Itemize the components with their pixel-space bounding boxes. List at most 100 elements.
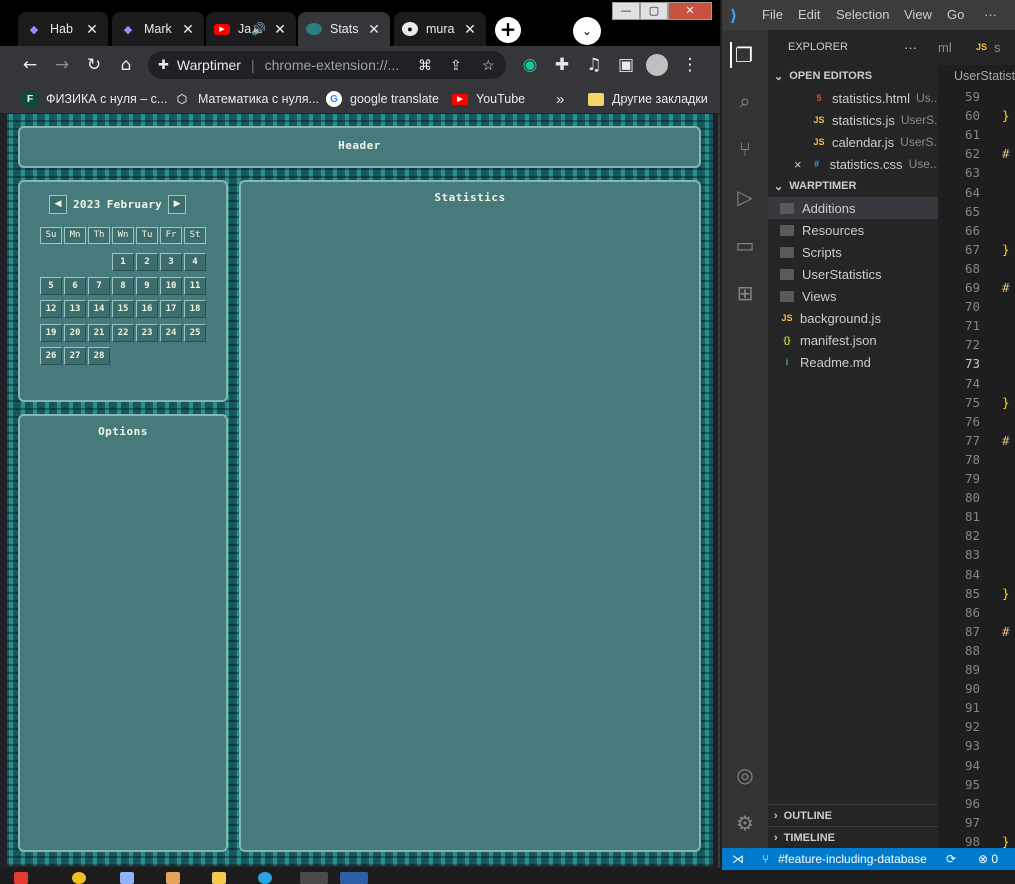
folder-item[interactable]: Scripts	[768, 241, 938, 263]
calendar-day[interactable]: 4	[184, 253, 206, 271]
calendar-day[interactable]: 25	[184, 323, 206, 342]
folder-item[interactable]: UserStatistics	[768, 263, 938, 285]
calendar-day[interactable]: 15	[112, 300, 134, 318]
calendar-day[interactable]: 26	[40, 347, 62, 365]
calendar-day[interactable]: 24	[160, 323, 182, 342]
calendar-day[interactable]: 9	[136, 276, 158, 295]
close-icon[interactable]: ✕	[462, 21, 478, 38]
open-editor-item[interactable]: JS statistics.js UserS...	[768, 109, 938, 131]
back-icon[interactable]: ←	[18, 53, 42, 77]
minimize-button[interactable]: —	[612, 2, 640, 20]
close-icon[interactable]: ✕	[180, 21, 196, 38]
timeline-section[interactable]: › TIMELINE	[768, 826, 938, 848]
calendar-day[interactable]: 18	[184, 300, 206, 318]
profile-avatar[interactable]	[646, 54, 668, 76]
prev-month-button[interactable]: ◀	[49, 194, 67, 214]
problems-count[interactable]: ⊗ 0	[978, 848, 998, 870]
taskbar-app-icon[interactable]	[166, 872, 180, 884]
new-tab-button[interactable]: +	[495, 17, 521, 43]
gear-icon[interactable]: ⚙	[732, 810, 758, 836]
calendar-day[interactable]: 6	[64, 276, 86, 295]
file-item[interactable]: i Readme.md	[768, 351, 938, 373]
calendar-day[interactable]: 8	[112, 276, 134, 295]
outline-section[interactable]: › OUTLINE	[768, 804, 938, 826]
translate-icon[interactable]: ⌘	[418, 57, 432, 74]
branch-name[interactable]: #feature-including-database	[778, 848, 927, 870]
calendar-day[interactable]: 20	[64, 323, 86, 342]
open-editor-item[interactable]: × # statistics.css Use...	[768, 153, 938, 175]
close-icon[interactable]: ✕	[366, 21, 382, 38]
browser-tab[interactable]: ◆ Mark ✕	[112, 12, 204, 46]
calendar-day[interactable]: 5	[40, 276, 62, 295]
close-icon[interactable]: ×	[794, 157, 802, 172]
menu-file[interactable]: File	[762, 7, 783, 22]
account-icon[interactable]: ◎	[732, 762, 758, 788]
star-icon[interactable]: ☆	[482, 57, 495, 74]
menu-go[interactable]: Go	[947, 7, 964, 22]
next-month-button[interactable]: ▶	[168, 194, 187, 214]
calendar-day[interactable]: 7	[88, 276, 110, 295]
menu-more[interactable]: ···	[984, 7, 997, 22]
open-editor-item[interactable]: 5 statistics.html Us...	[768, 87, 938, 109]
calendar-day[interactable]: 13	[64, 300, 86, 318]
reload-icon[interactable]: ↻	[82, 53, 106, 77]
breadcrumb-item[interactable]: UserStatistics	[954, 69, 1015, 83]
taskbar-app-icon[interactable]	[212, 872, 226, 884]
extensions-icon[interactable]: ✚	[550, 53, 574, 77]
close-window-button[interactable]: ✕	[668, 2, 712, 20]
browser-tab[interactable]: ◆ Hab ✕	[18, 12, 108, 46]
calendar-day[interactable]: 16	[136, 300, 158, 318]
project-section[interactable]: ⌄ WARPTIMER	[768, 175, 938, 197]
bookmark-item[interactable]: ▶ YouTube	[452, 89, 525, 109]
share-icon[interactable]: ⇪	[450, 57, 462, 74]
calendar-day[interactable]: 21	[88, 323, 110, 342]
taskbar-app-icon[interactable]	[72, 872, 86, 884]
sync-icon[interactable]: ⟳	[946, 848, 956, 870]
remote-icon[interactable]: ⋊	[732, 848, 744, 870]
taskbar-vscode-icon[interactable]	[340, 872, 368, 884]
menu-icon[interactable]: ⋮	[678, 53, 702, 77]
extensions-icon[interactable]: ⊞	[732, 280, 758, 306]
forward-icon[interactable]: →	[50, 53, 74, 77]
taskbar-app-icon[interactable]	[14, 872, 28, 884]
search-icon[interactable]: ⌕	[732, 88, 758, 114]
calendar-day[interactable]: 1	[112, 253, 134, 271]
menu-edit[interactable]: Edit	[798, 7, 820, 22]
folder-item[interactable]: Additions	[768, 197, 938, 219]
remote-explorer-icon[interactable]: ▭	[732, 232, 758, 258]
file-item[interactable]: JS background.js	[768, 307, 938, 329]
git-branch-icon[interactable]: ⑂	[762, 848, 769, 870]
run-debug-icon[interactable]: ▷	[732, 184, 758, 210]
taskbar-chrome-icon[interactable]	[300, 872, 328, 884]
calendar-day[interactable]: 19	[40, 323, 62, 342]
editor-tab[interactable]: s	[994, 30, 1001, 65]
home-icon[interactable]: ⌂	[114, 53, 138, 77]
calendar-day[interactable]: 22	[112, 323, 134, 342]
grammarly-icon[interactable]: ◉	[518, 53, 542, 77]
bookmark-item[interactable]: G google translate	[326, 89, 439, 109]
file-item[interactable]: {} manifest.json	[768, 329, 938, 351]
menu-view[interactable]: View	[904, 7, 932, 22]
js-icon[interactable]: JS	[976, 30, 987, 65]
calendar-day[interactable]: 17	[160, 300, 182, 318]
maximize-button[interactable]: ▢	[640, 2, 668, 20]
sidepanel-icon[interactable]: ▣	[614, 53, 638, 77]
speaker-icon[interactable]: 🔊	[251, 22, 266, 36]
more-bookmarks-button[interactable]: »	[556, 89, 564, 109]
editor-tab[interactable]: ml	[938, 30, 952, 65]
address-bar[interactable]: ✚ Warptimer | chrome-extension://... ⌘ ⇪…	[148, 51, 506, 79]
folder-item[interactable]: Views	[768, 285, 938, 307]
folder-item[interactable]: Resources	[768, 219, 938, 241]
explorer-more-button[interactable]: ···	[904, 36, 934, 58]
bookmark-folder[interactable]: Другие закладки	[588, 89, 708, 109]
close-icon[interactable]: ✕	[84, 21, 100, 38]
calendar-day[interactable]: 3	[160, 253, 182, 271]
bookmark-item[interactable]: ⬡ Математика с нуля...	[174, 89, 319, 109]
calendar-day[interactable]: 28	[88, 347, 110, 365]
browser-tab-active[interactable]: Stats ✕	[298, 12, 390, 46]
calendar-day[interactable]: 12	[40, 300, 62, 318]
open-editors-section[interactable]: ⌄ OPEN EDITORS	[768, 65, 938, 87]
calendar-day[interactable]: 10	[160, 276, 182, 295]
calendar-day[interactable]: 11	[184, 276, 206, 295]
calendar-day[interactable]: 23	[136, 323, 158, 342]
